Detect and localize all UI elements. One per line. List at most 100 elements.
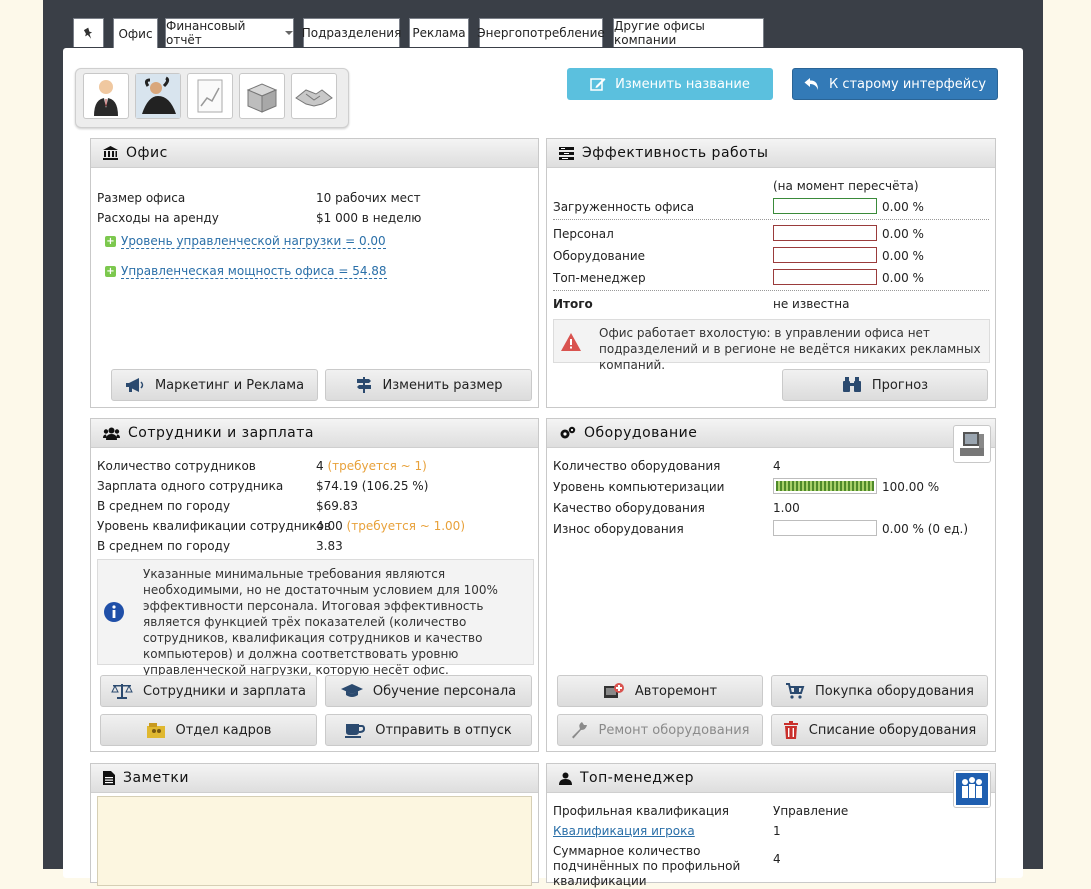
equip-eff-value: 0.00 % [882, 249, 924, 263]
tab-bar: Офис Финансовый отчёт Подразделения Рекл… [73, 18, 773, 49]
efficiency-panel-header: Эффективность работы [547, 139, 995, 168]
office-rent-value: $1 000 в неделю [316, 211, 422, 225]
bank-icon [103, 146, 118, 160]
tab-advertising-label: Реклама [412, 26, 466, 40]
tab-divisions[interactable]: Подразделения [301, 18, 402, 47]
info-icon [104, 602, 124, 622]
writeoff-equipment-button-label: Списание оборудования [808, 722, 977, 738]
autorepair-button[interactable]: Авторемонт [557, 675, 763, 707]
city-salary-value: $69.83 [316, 499, 358, 513]
handshake-icon [295, 89, 333, 107]
resize-button[interactable]: Изменить размер [325, 369, 532, 401]
office-panel: Офис Размер офиса 10 рабочих мест Расход… [90, 138, 539, 408]
total-label: Итого [553, 297, 593, 311]
divider [553, 290, 989, 291]
icon-button-relax[interactable] [135, 73, 181, 119]
writeoff-equipment-button[interactable]: Списание оборудования [771, 714, 988, 746]
recalc-note: (на момент пересчёта) [773, 179, 919, 193]
tab-other-offices-label: Другие офисы компании [614, 19, 705, 47]
old-interface-button[interactable]: К старому интерфейсу [792, 68, 998, 100]
wrench-icon [572, 722, 588, 739]
undo-arrow-icon [804, 78, 818, 90]
expand-plus-icon[interactable]: + [105, 236, 116, 247]
management-power-row: + Управленческая мощность офиса = 54.88 [105, 264, 387, 279]
player-qualification-link[interactable]: Квалификация игрока [553, 824, 695, 838]
notes-textarea[interactable] [97, 796, 532, 886]
management-power-link[interactable]: Управленческая мощность офиса = 54.88 [121, 264, 387, 279]
notes-panel: Заметки [90, 763, 539, 886]
office-rent-label: Расходы на аренду [97, 211, 219, 225]
qualification-label: Уровень квалификации сотрудников [97, 519, 332, 533]
tab-energy[interactable]: Энергопотребление [477, 18, 605, 47]
manager-icon [94, 80, 118, 116]
efficiency-panel-title: Эффективность работы [582, 145, 769, 161]
office-panel-header: Офис [91, 139, 538, 168]
forecast-button[interactable]: Прогноз [782, 369, 988, 401]
resize-button-label: Изменить размер [382, 377, 503, 393]
users-icon [103, 427, 120, 440]
tab-office[interactable]: Офис [113, 18, 158, 49]
qualification-value: 4.00 (требуется ~ 1.00) [316, 519, 465, 533]
subordinates-label: Суммарное количество подчинённых по проф… [553, 844, 741, 888]
tab-other-offices[interactable]: Другие офисы компании [613, 18, 764, 47]
salary-value: $74.19 (106.25 %) [316, 479, 429, 493]
binoculars-icon [842, 377, 861, 392]
staff-count-label: Количество сотрудников [97, 459, 256, 473]
tab-financial-report[interactable]: Финансовый отчёт [165, 18, 294, 47]
staff-salary-button[interactable]: Сотрудники и зарплата [100, 675, 317, 707]
rename-button[interactable]: Изменить название [567, 68, 773, 100]
efficiency-panel: Эффективность работы (на момент пересчёт… [546, 138, 996, 408]
marketing-button[interactable]: Маркетинг и Реклама [111, 369, 318, 401]
office-panel-title: Офис [126, 145, 168, 161]
old-interface-button-label: К старому интерфейсу [828, 76, 987, 92]
equip-eff-label: Оборудование [553, 249, 645, 263]
cogs-icon [560, 426, 576, 439]
city-qualification-value: 3.83 [316, 539, 343, 553]
edit-icon [590, 78, 606, 91]
manager-eff-bar [773, 269, 877, 285]
notes-panel-header: Заметки [91, 764, 538, 793]
icon-button-handshake[interactable] [291, 73, 337, 119]
document-icon [103, 771, 115, 785]
tab-financial-report-label: Финансовый отчёт [166, 19, 246, 47]
management-load-link[interactable]: Уровень управленческой нагрузки = 0.00 [121, 234, 386, 249]
expand-plus-icon[interactable]: + [105, 266, 116, 277]
icon-button-box[interactable] [239, 73, 285, 119]
office-load-value: 0.00 % [882, 200, 924, 214]
equip-wear-bar [773, 520, 877, 536]
equip-quality-value: 1.00 [773, 501, 800, 515]
computerization-bar [773, 478, 877, 494]
total-value: не известна [773, 297, 850, 311]
icon-button-manager[interactable] [83, 73, 129, 119]
equip-quality-label: Качество оборудования [553, 501, 705, 515]
top-manager-panel-header: Топ-менеджер [547, 764, 995, 793]
warning-icon [561, 333, 581, 351]
salary-label: Зарплата одного сотрудника [97, 479, 284, 493]
equipment-panel-title: Оборудование [584, 425, 698, 441]
office-size-label: Размер офиса [97, 191, 186, 205]
tab-advertising[interactable]: Реклама [409, 18, 469, 47]
buy-equipment-button[interactable]: Покупка оборудования [771, 675, 988, 707]
pin-icon [83, 27, 92, 39]
manager-eff-value: 0.00 % [882, 271, 924, 285]
city-qualification-label: В среднем по городу [97, 539, 231, 553]
vacation-button[interactable]: Отправить в отпуск [325, 714, 532, 746]
graduation-cap-icon [340, 684, 363, 697]
tab-divisions-label: Подразделения [301, 26, 402, 40]
coffee-cup-icon [345, 724, 366, 738]
manager-eff-label: Топ-менеджер [553, 271, 646, 285]
vacation-button-label: Отправить в отпуск [375, 722, 512, 738]
tab-pin[interactable] [73, 18, 104, 47]
icon-button-report[interactable] [187, 73, 233, 119]
office-size-value: 10 рабочих мест [316, 191, 421, 205]
staff-panel-title: Сотрудники и зарплата [128, 425, 314, 441]
repair-equipment-button[interactable]: Ремонт оборудования [557, 714, 763, 746]
training-button[interactable]: Обучение персонала [325, 675, 532, 707]
staff-eff-bar [773, 225, 877, 241]
profile-qualification-label: Профильная квалификация [553, 804, 730, 818]
staff-info-box: Указанные минимальные требования являютс… [97, 559, 534, 677]
rename-button-label: Изменить название [615, 76, 750, 92]
player-qualification-value: 1 [773, 824, 781, 838]
staff-info-text: Указанные минимальные требования являютс… [143, 567, 498, 677]
hr-button[interactable]: Отдел кадров [100, 714, 317, 746]
